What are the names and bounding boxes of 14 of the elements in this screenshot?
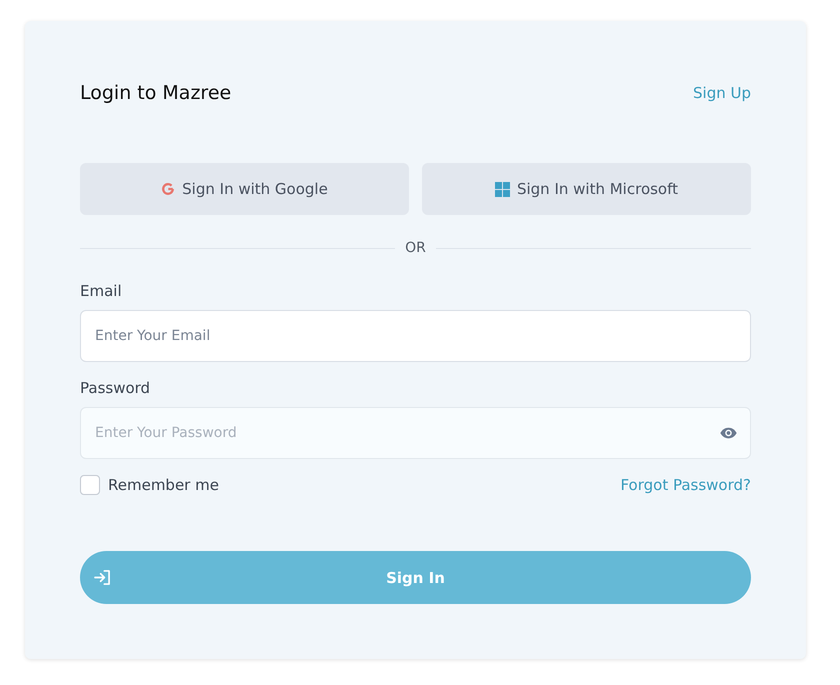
remember-me-checkbox[interactable] xyxy=(80,475,100,495)
password-field[interactable]: Enter Your Password xyxy=(80,407,751,459)
remember-me-label[interactable]: Remember me xyxy=(108,476,219,494)
show-password-eye-icon[interactable] xyxy=(720,427,737,439)
google-sign-in-button[interactable]: Sign In with Google xyxy=(80,163,409,215)
login-title: Login to Mazree xyxy=(80,82,232,104)
or-divider-label: OR xyxy=(405,240,426,256)
google-g-icon xyxy=(161,182,176,196)
login-arrow-icon xyxy=(94,570,111,585)
email-field[interactable]: Enter Your Email xyxy=(80,310,751,362)
email-label: Email xyxy=(80,281,122,301)
password-label: Password xyxy=(80,378,150,398)
microsoft-sign-in-button[interactable]: Sign In with Microsoft xyxy=(422,163,751,215)
windows-grid-icon xyxy=(494,182,510,196)
